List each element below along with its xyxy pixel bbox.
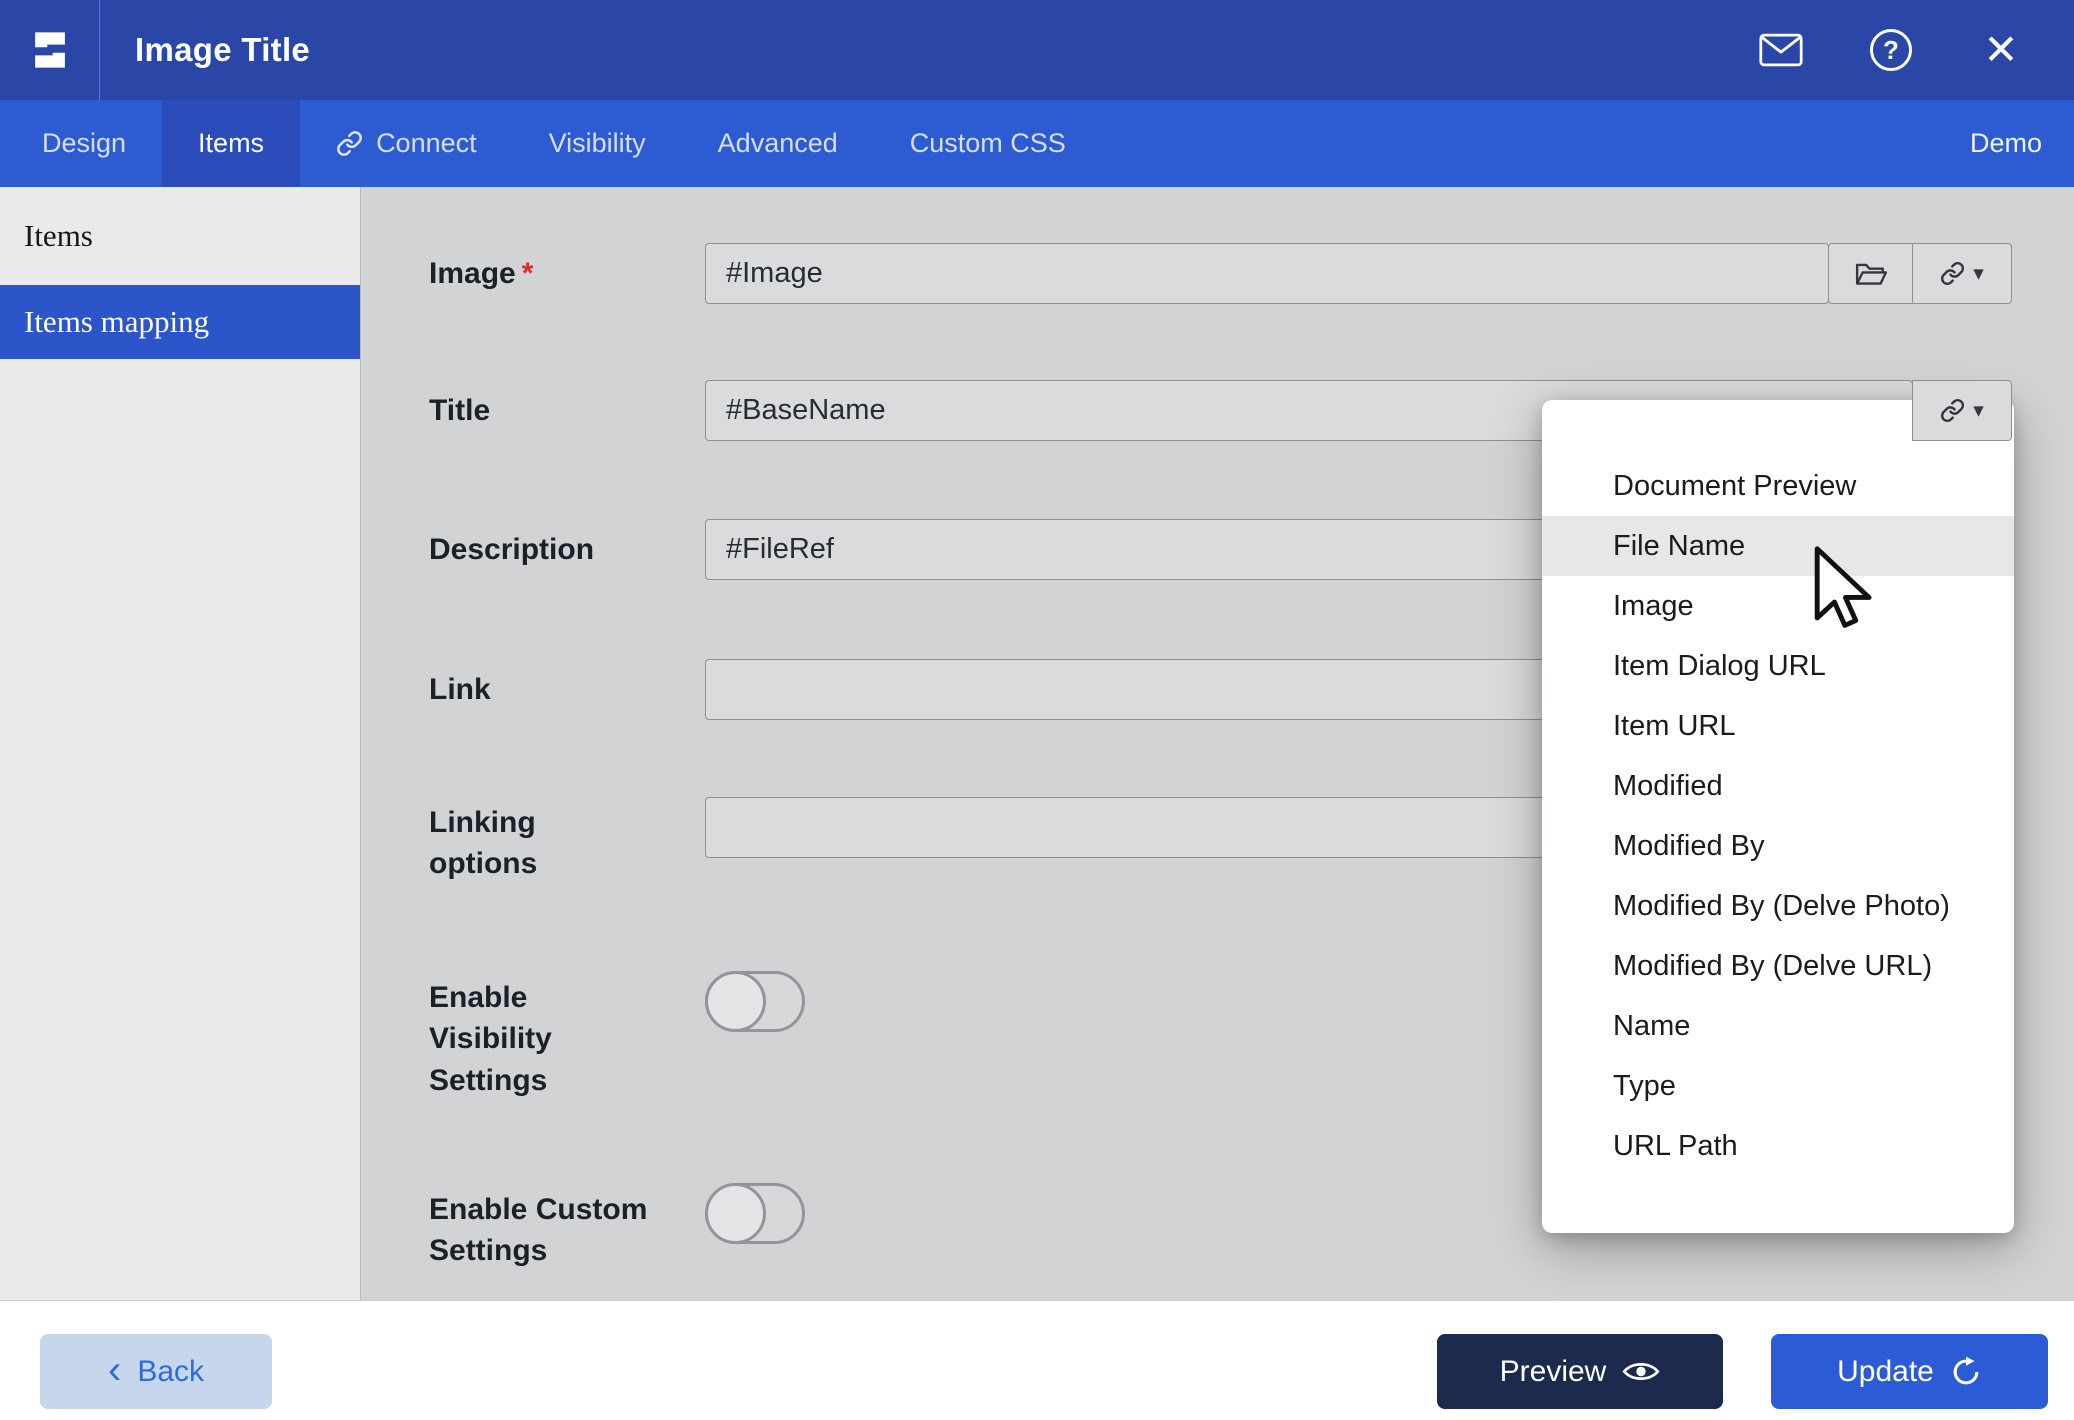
tab-items[interactable]: Items [162, 100, 300, 187]
dropdown-item-modified-by-delve-photo[interactable]: Modified By (Delve Photo) [1542, 876, 2014, 936]
form-panel: Image* ▾ Title ▾ Description ▾ Link [360, 187, 2074, 1300]
tab-custom-css[interactable]: Custom CSS [874, 100, 1102, 187]
dropdown-item-image[interactable]: Image [1542, 576, 2014, 636]
title-label: Title [429, 390, 649, 431]
image-browse-button[interactable] [1828, 243, 1913, 304]
toggle-knob [705, 971, 766, 1032]
sidebar-item-items[interactable]: Items [0, 187, 360, 285]
dropdown-item-file-name[interactable]: File Name [1542, 516, 2014, 576]
linking-options-label: Linking options [429, 802, 649, 885]
tab-advanced[interactable]: Advanced [682, 100, 874, 187]
dropdown-item-type[interactable]: Type [1542, 1056, 2014, 1116]
dropdown-item-item-dialog-url[interactable]: Item Dialog URL [1542, 636, 2014, 696]
mail-icon [1758, 33, 1804, 67]
app-header: Image Title ? ✕ [0, 0, 2074, 100]
dropdown-item-modified-by-delve-url[interactable]: Modified By (Delve URL) [1542, 936, 2014, 996]
chevron-down-icon: ▾ [1973, 398, 1984, 423]
folder-open-icon [1855, 261, 1887, 287]
page-title: Image Title [135, 31, 310, 69]
dropdown-item-modified[interactable]: Modified [1542, 756, 2014, 816]
preview-button[interactable]: Preview [1437, 1334, 1723, 1409]
enable-custom-settings-label: Enable Custom Settings [429, 1189, 649, 1272]
dropdown-item-url-path[interactable]: URL Path [1542, 1116, 2014, 1176]
image-connect-dropdown-button[interactable]: ▾ [1912, 243, 2012, 304]
tab-design[interactable]: Design [6, 100, 162, 187]
eye-icon [1622, 1359, 1660, 1384]
help-button[interactable]: ? [1866, 25, 1916, 75]
tab-bar: Design Items Connect Visibility Advanced… [0, 100, 2074, 187]
footer-bar: ‹ Back Preview Update [0, 1300, 2074, 1420]
close-icon: ✕ [1983, 29, 2018, 71]
back-button[interactable]: ‹ Back [40, 1334, 272, 1409]
logo-icon [27, 27, 73, 73]
image-label: Image* [429, 253, 649, 294]
description-label: Description [429, 529, 649, 570]
enable-visibility-settings-toggle[interactable] [705, 971, 805, 1032]
link-icon [1940, 261, 1965, 286]
refresh-icon [1950, 1356, 1982, 1388]
link-icon [1940, 398, 1965, 423]
dropdown-item-document-preview[interactable]: Document Preview [1542, 456, 2014, 516]
link-icon [336, 130, 363, 157]
dropdown-item-name[interactable]: Name [1542, 996, 2014, 1056]
tab-visibility[interactable]: Visibility [513, 100, 682, 187]
tab-connect[interactable]: Connect [300, 100, 513, 187]
sidebar: Items Items mapping [0, 187, 360, 1300]
sidebar-item-items-mapping[interactable]: Items mapping [0, 285, 360, 359]
update-button[interactable]: Update [1771, 1334, 2048, 1409]
enable-visibility-settings-label: Enable Visibility Settings [429, 977, 649, 1101]
link-label: Link [429, 669, 649, 710]
toggle-knob [705, 1183, 766, 1244]
dropdown-item-modified-by[interactable]: Modified By [1542, 816, 2014, 876]
app-logo [0, 0, 100, 100]
image-input[interactable] [705, 243, 1829, 304]
help-icon: ? [1870, 29, 1912, 71]
connect-property-dropdown-menu: Document Preview File Name Image Item Di… [1542, 400, 2014, 1233]
enable-custom-settings-toggle[interactable] [705, 1183, 805, 1244]
chevron-left-icon: ‹ [108, 1350, 121, 1390]
mail-button[interactable] [1756, 25, 1806, 75]
title-connect-dropdown-button[interactable]: ▾ [1912, 380, 2012, 441]
dropdown-item-item-url[interactable]: Item URL [1542, 696, 2014, 756]
close-button[interactable]: ✕ [1976, 25, 2026, 75]
required-marker: * [522, 257, 534, 290]
chevron-down-icon: ▾ [1973, 261, 1984, 286]
demo-link[interactable]: Demo [1970, 100, 2074, 187]
